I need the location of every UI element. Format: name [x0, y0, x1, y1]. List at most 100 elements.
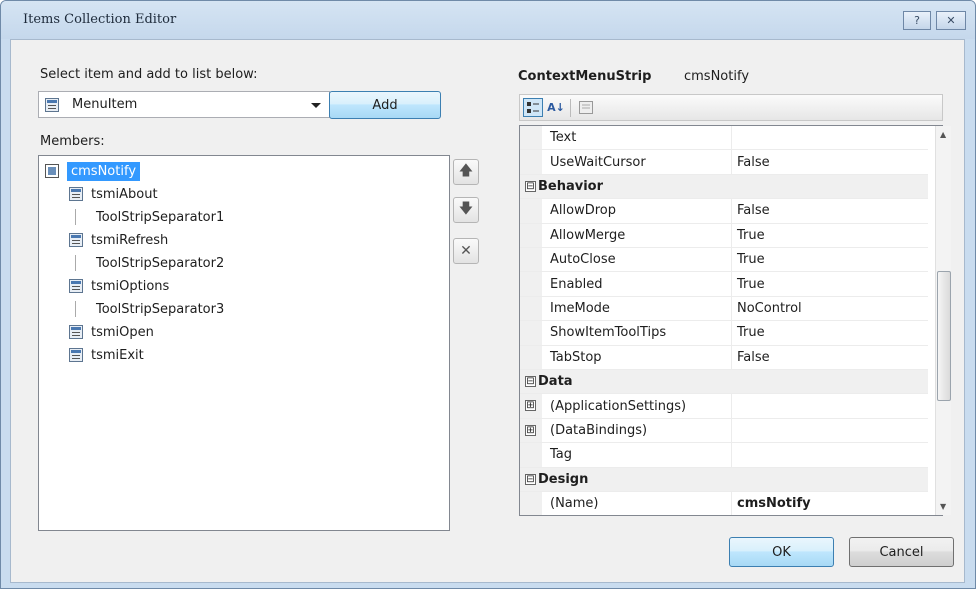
property-row[interactable]: Enabled True — [520, 272, 928, 297]
tree-item-label: tsmiAbout — [91, 186, 158, 202]
categorized-view-button[interactable] — [523, 98, 543, 117]
row-margin — [520, 345, 542, 369]
combo-value: MenuItem — [72, 97, 138, 112]
property-name: ShowItemToolTips — [542, 321, 732, 345]
property-row[interactable]: ShowItemToolTips True — [520, 321, 928, 346]
remove-button[interactable]: ✕ — [453, 238, 479, 264]
property-row[interactable]: UseWaitCursor False — [520, 150, 928, 175]
scroll-up-icon[interactable]: ▲ — [940, 130, 946, 139]
row-margin — [520, 492, 542, 515]
property-value[interactable]: cmsNotify — [732, 492, 928, 515]
property-grid[interactable]: Text UseWaitCursor False ⊟ Behavior AllowDrop… — [519, 125, 943, 516]
property-category-row[interactable]: ⊟ Design — [520, 467, 928, 492]
add-button-label: Add — [372, 97, 398, 113]
chevron-down-icon — [311, 103, 321, 108]
scrollbar-thumb[interactable] — [937, 271, 951, 401]
property-row[interactable]: ⊞ (ApplicationSettings) — [520, 394, 928, 419]
property-row[interactable]: Text — [520, 126, 928, 151]
property-name: Text — [542, 126, 732, 150]
arrow-down-icon: 🡇 — [458, 201, 474, 217]
toolbar-divider — [570, 99, 571, 117]
close-window-button[interactable]: ✕ — [936, 11, 966, 30]
tree-item-tsmiAbout[interactable]: tsmiAbout — [69, 183, 158, 205]
property-value[interactable]: False — [732, 150, 928, 173]
tree-item-cmsNotify[interactable]: cmsNotify — [45, 160, 141, 182]
tree-item-label: ToolStripSeparator3 — [96, 301, 225, 317]
move-down-button[interactable]: 🡇 — [453, 197, 479, 223]
sort-alpha-icon: A↓ — [547, 101, 565, 114]
property-value[interactable]: False — [732, 199, 928, 222]
property-category-row[interactable]: ⊟ Data — [520, 370, 928, 395]
cancel-button[interactable]: Cancel — [849, 537, 954, 567]
tree-item-separator-3[interactable]: ToolStripSeparator3 — [69, 298, 224, 320]
ok-button-label: OK — [772, 544, 791, 560]
property-row[interactable]: AutoClose True — [520, 248, 928, 273]
property-value[interactable]: NoControl — [732, 297, 928, 320]
property-row[interactable]: ⊞ (DataBindings) — [520, 418, 928, 444]
collapse-icon[interactable]: ⊟ — [525, 180, 536, 192]
row-margin — [520, 321, 542, 345]
property-row[interactable]: (Name) cmsNotify — [520, 492, 928, 515]
property-name: AllowMerge — [542, 223, 732, 247]
tree-item-label: cmsNotify — [67, 161, 141, 181]
property-row[interactable]: AllowDrop False — [520, 199, 928, 224]
help-button[interactable]: ? — [903, 11, 931, 30]
property-name: ImeMode — [542, 296, 732, 321]
move-up-button[interactable]: 🡅 — [453, 159, 479, 185]
property-name: AutoClose — [542, 248, 732, 272]
property-row[interactable]: AllowMerge True — [520, 223, 928, 248]
tree-item-separator-1[interactable]: ToolStripSeparator1 — [69, 206, 224, 228]
menu-item-icon — [69, 233, 83, 247]
property-name: AllowDrop — [542, 199, 732, 223]
tree-item-label: tsmiOpen — [91, 324, 154, 340]
separator-icon — [75, 209, 76, 225]
expand-icon[interactable]: ⊞ — [525, 400, 536, 412]
item-type-combobox[interactable]: MenuItem — [38, 91, 330, 118]
menu-item-icon — [69, 348, 83, 362]
tree-item-label: tsmiExit — [91, 347, 144, 363]
tree-item-tsmiOptions[interactable]: tsmiOptions — [69, 275, 169, 297]
property-value[interactable] — [732, 419, 928, 442]
property-name: (DataBindings) — [542, 418, 732, 443]
add-button[interactable]: Add — [329, 91, 441, 119]
members-tree[interactable]: cmsNotify tsmiAbout ToolStripSeparator1 … — [38, 155, 450, 531]
scroll-down-icon[interactable]: ▼ — [940, 502, 946, 511]
property-category-row[interactable]: ⊟ Behavior — [520, 174, 928, 200]
menu-item-icon — [45, 98, 59, 112]
property-row[interactable]: TabStop False — [520, 345, 928, 370]
property-value[interactable]: False — [732, 346, 928, 369]
property-value[interactable]: True — [732, 248, 928, 271]
property-grid-scrollbar[interactable]: ▲ ▼ — [935, 126, 951, 515]
property-value[interactable] — [732, 394, 928, 417]
property-name: TabStop — [542, 345, 732, 369]
property-value[interactable]: True — [732, 321, 928, 344]
property-value[interactable] — [732, 443, 928, 466]
tree-item-tsmiRefresh[interactable]: tsmiRefresh — [69, 229, 168, 251]
ok-button[interactable]: OK — [729, 537, 834, 567]
arrow-up-icon: 🡅 — [458, 163, 474, 179]
property-value[interactable] — [732, 126, 928, 149]
row-margin — [520, 296, 542, 321]
select-item-label: Select item and add to list below: — [40, 67, 258, 82]
property-row[interactable]: Tag — [520, 443, 928, 468]
separator-icon — [75, 255, 76, 271]
alphabetical-sort-button[interactable]: A↓ — [546, 98, 566, 117]
row-margin — [520, 248, 542, 272]
tree-item-tsmiExit[interactable]: tsmiExit — [69, 344, 144, 366]
property-value[interactable]: True — [732, 224, 928, 247]
collapse-icon[interactable]: ⊟ — [525, 473, 536, 485]
selected-object-type: ContextMenuStrip — [518, 69, 652, 84]
property-pages-button[interactable] — [576, 98, 596, 117]
tree-item-separator-2[interactable]: ToolStripSeparator2 — [69, 252, 224, 274]
property-row[interactable]: ImeMode NoControl — [520, 296, 928, 322]
expand-icon[interactable]: ⊞ — [525, 424, 536, 436]
row-margin — [520, 126, 542, 150]
window-title: Items Collection Editor — [23, 12, 177, 27]
dialog-client-area: Select item and add to list below: MenuI… — [10, 39, 965, 583]
selected-object-name: cmsNotify — [684, 69, 750, 84]
cancel-button-label: Cancel — [879, 544, 924, 560]
property-value[interactable]: True — [732, 272, 928, 295]
collapse-icon[interactable]: ⊟ — [525, 376, 536, 387]
property-name: Enabled — [542, 272, 732, 296]
tree-item-tsmiOpen[interactable]: tsmiOpen — [69, 321, 154, 343]
